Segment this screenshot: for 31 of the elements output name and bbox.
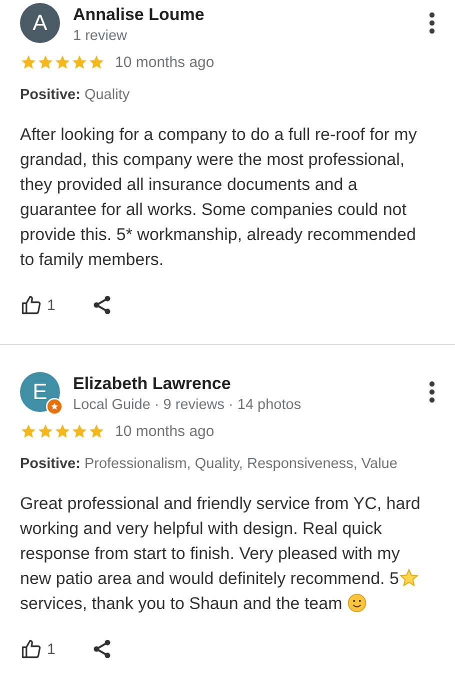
positive-aspects: Positive: Professionalism, Quality, Responsiveness, Value: [20, 456, 398, 472]
review-text: new patio area and would definitely recommend. 5: [20, 569, 399, 588]
positive-aspects: Positive: Quality: [20, 87, 131, 103]
star-icon: [88, 54, 105, 71]
like-button[interactable]: 1: [20, 638, 56, 660]
avatar: A: [20, 3, 60, 43]
more-options-icon[interactable]: [429, 381, 435, 403]
review-text: services, thank you to Shaun and the team: [20, 594, 342, 613]
star-icon: [20, 423, 37, 440]
thumbs-up-icon: [20, 294, 42, 316]
reviewer-name: Elizabeth Lawrence: [73, 373, 232, 395]
star-icon: [20, 54, 37, 71]
thumbs-up-icon: [20, 638, 42, 660]
star-icon: [71, 54, 88, 71]
local-guide-badge-icon: [46, 398, 63, 415]
star-icon: [88, 423, 105, 440]
star-icon: [54, 54, 71, 71]
more-options-icon[interactable]: [429, 12, 435, 34]
reviewer-name: Annalise Loume: [73, 4, 206, 26]
star-emoji-icon: [398, 568, 419, 588]
smiley-emoji-icon: [347, 593, 368, 613]
review-text: After looking for a company to do a full re-roof for my grandad, this company were the most professional, they provided all insurance documents and a guarantee for all works. Some companies could not provide this. 5* workmanship, already recommended to family members.: [20, 125, 417, 269]
like-button[interactable]: 1: [20, 294, 56, 316]
star-icon: [71, 423, 88, 440]
star-icon: [37, 423, 54, 440]
star-icon: [54, 423, 71, 440]
reviewer-meta: Local Guide · 9 reviews · 14 photos: [73, 396, 302, 415]
review-time: 10 months ago: [115, 423, 214, 440]
reviewer-meta: 1 review: [73, 27, 128, 46]
star-icon: [37, 54, 54, 71]
review-time: 10 months ago: [115, 54, 214, 71]
